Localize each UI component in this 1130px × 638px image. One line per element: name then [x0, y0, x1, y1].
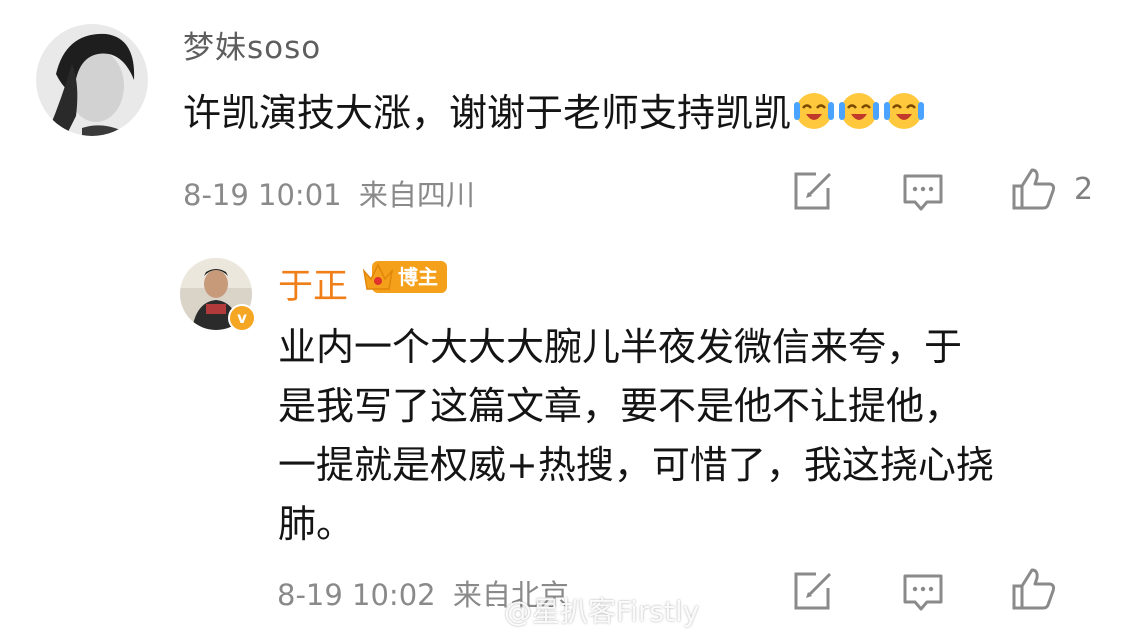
crown-icon: [362, 263, 394, 290]
reply-text: 业内一个大大大腕儿半夜发微信来夸，于 是我写了这篇文章，要不是他不让提他， 一提…: [278, 318, 1098, 554]
comment-icon: [903, 574, 943, 611]
verified-badge: v: [228, 304, 256, 332]
reply-like-button[interactable]: [1010, 566, 1058, 616]
watermark-text: @星扒客Firstly: [504, 595, 700, 628]
reply-username[interactable]: 于正: [278, 258, 348, 309]
comment-meta: 8-19 10:01 来自四川: [183, 172, 475, 214]
share-icon: [794, 172, 832, 210]
laugh-cry-emoji: [792, 88, 836, 132]
share-button[interactable]: [790, 170, 834, 216]
comment-icon: [903, 174, 943, 211]
comment-username[interactable]: 梦妹soso: [183, 22, 321, 67]
thumbs-up-icon: [1012, 168, 1056, 210]
reply-comment-button[interactable]: [901, 572, 945, 618]
laugh-cry-emoji: [837, 88, 881, 132]
comment-text-content: 许凯演技大涨，谢谢于老师支持凯凯: [183, 91, 792, 135]
blogger-badge: 博主: [360, 258, 447, 296]
reply-time: 8-19 10:02: [277, 578, 436, 612]
thumbs-up-icon: [1012, 568, 1056, 610]
avatar[interactable]: [36, 24, 148, 136]
like-count: 2: [1074, 171, 1094, 207]
reply-line: 一提就是权威+热搜，可惜了，我这挠心挠: [278, 443, 994, 487]
share-icon: [794, 572, 832, 610]
reply-line: 肺。: [278, 502, 355, 546]
reply-line: 业内一个大大大腕儿半夜发微信来夸，于: [278, 325, 963, 369]
comment-location: 来自四川: [358, 178, 475, 212]
weibo-logo-icon: [470, 599, 499, 625]
comment-text: 许凯演技大涨，谢谢于老师支持凯凯: [183, 82, 926, 137]
like-button[interactable]: 2: [1010, 166, 1093, 212]
reply-share-button[interactable]: [790, 570, 834, 616]
comment-time: 8-19 10:01: [183, 178, 342, 212]
laugh-cry-emoji: [882, 88, 926, 132]
reply-line: 是我写了这篇文章，要不是他不让提他，: [278, 384, 963, 428]
comment-button[interactable]: [901, 172, 945, 218]
watermark: @星扒客Firstly: [470, 590, 699, 630]
